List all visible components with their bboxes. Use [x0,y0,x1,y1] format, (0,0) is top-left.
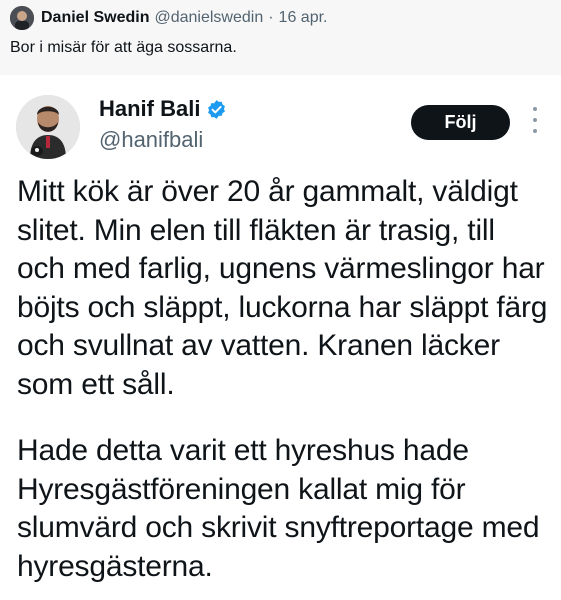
author-name-row: Hanif Bali [99,96,227,122]
more-options-icon[interactable] [530,107,540,133]
follow-button[interactable]: Följ [411,105,510,140]
more-dot [533,107,537,111]
more-dot [533,118,537,122]
post-text-line: slitet. Min elen till fläkten är trasig,… [17,213,495,247]
post-text-line: böjts och släppt, luckorna har släppt fä… [17,290,548,324]
author-avatar[interactable] [16,95,80,159]
post-text-line: slumvärd och skrivit snyftreportage med [17,511,540,544]
post-text-line: Hyresgästföreningen kallat mig för [17,472,466,506]
quoted-post-date[interactable]: 16 apr. [279,9,328,27]
post-text-line: och svullnat av vatten. Kranen läcker [17,329,500,362]
post-text-paragraph-2: Hade detta varit ett hyreshus hade Hyres… [17,432,547,586]
post-text-line: Mitt kök är över 20 år gammalt, väldigt [17,175,518,208]
quoted-post-text: Bor i misär för att äga sossarna. [10,39,237,56]
post-text-line: och med farlig, ugnens värmeslingor har [17,252,545,285]
quoted-post-header[interactable]: Daniel Swedin @danielswedin · 16 apr. Bo… [0,0,561,75]
post-text-line: hyresgästerna. [17,549,213,583]
post-text-paragraph-1: Mitt kök är över 20 år gammalt, väldigt … [17,173,547,404]
separator-dot: · [268,9,274,26]
quoted-author-name[interactable]: Daniel Swedin [41,9,149,27]
quoted-author-avatar[interactable] [10,6,34,30]
post-text-line: som ett såll. [17,367,175,401]
more-dot [533,129,537,133]
author-handle[interactable]: @hanifbali [99,127,203,153]
verified-badge-icon [208,99,226,119]
quoted-author-handle[interactable]: @danielswedin [154,9,263,27]
quoted-post-author-row: Daniel Swedin @danielswedin · 16 apr. [10,6,327,30]
post-text-line: Hade detta varit ett hyreshus hade [17,434,469,467]
post: Hanif Bali @hanifbali Följ Mitt kök är ö… [0,75,561,600]
author-name[interactable]: Hanif Bali [99,96,200,122]
